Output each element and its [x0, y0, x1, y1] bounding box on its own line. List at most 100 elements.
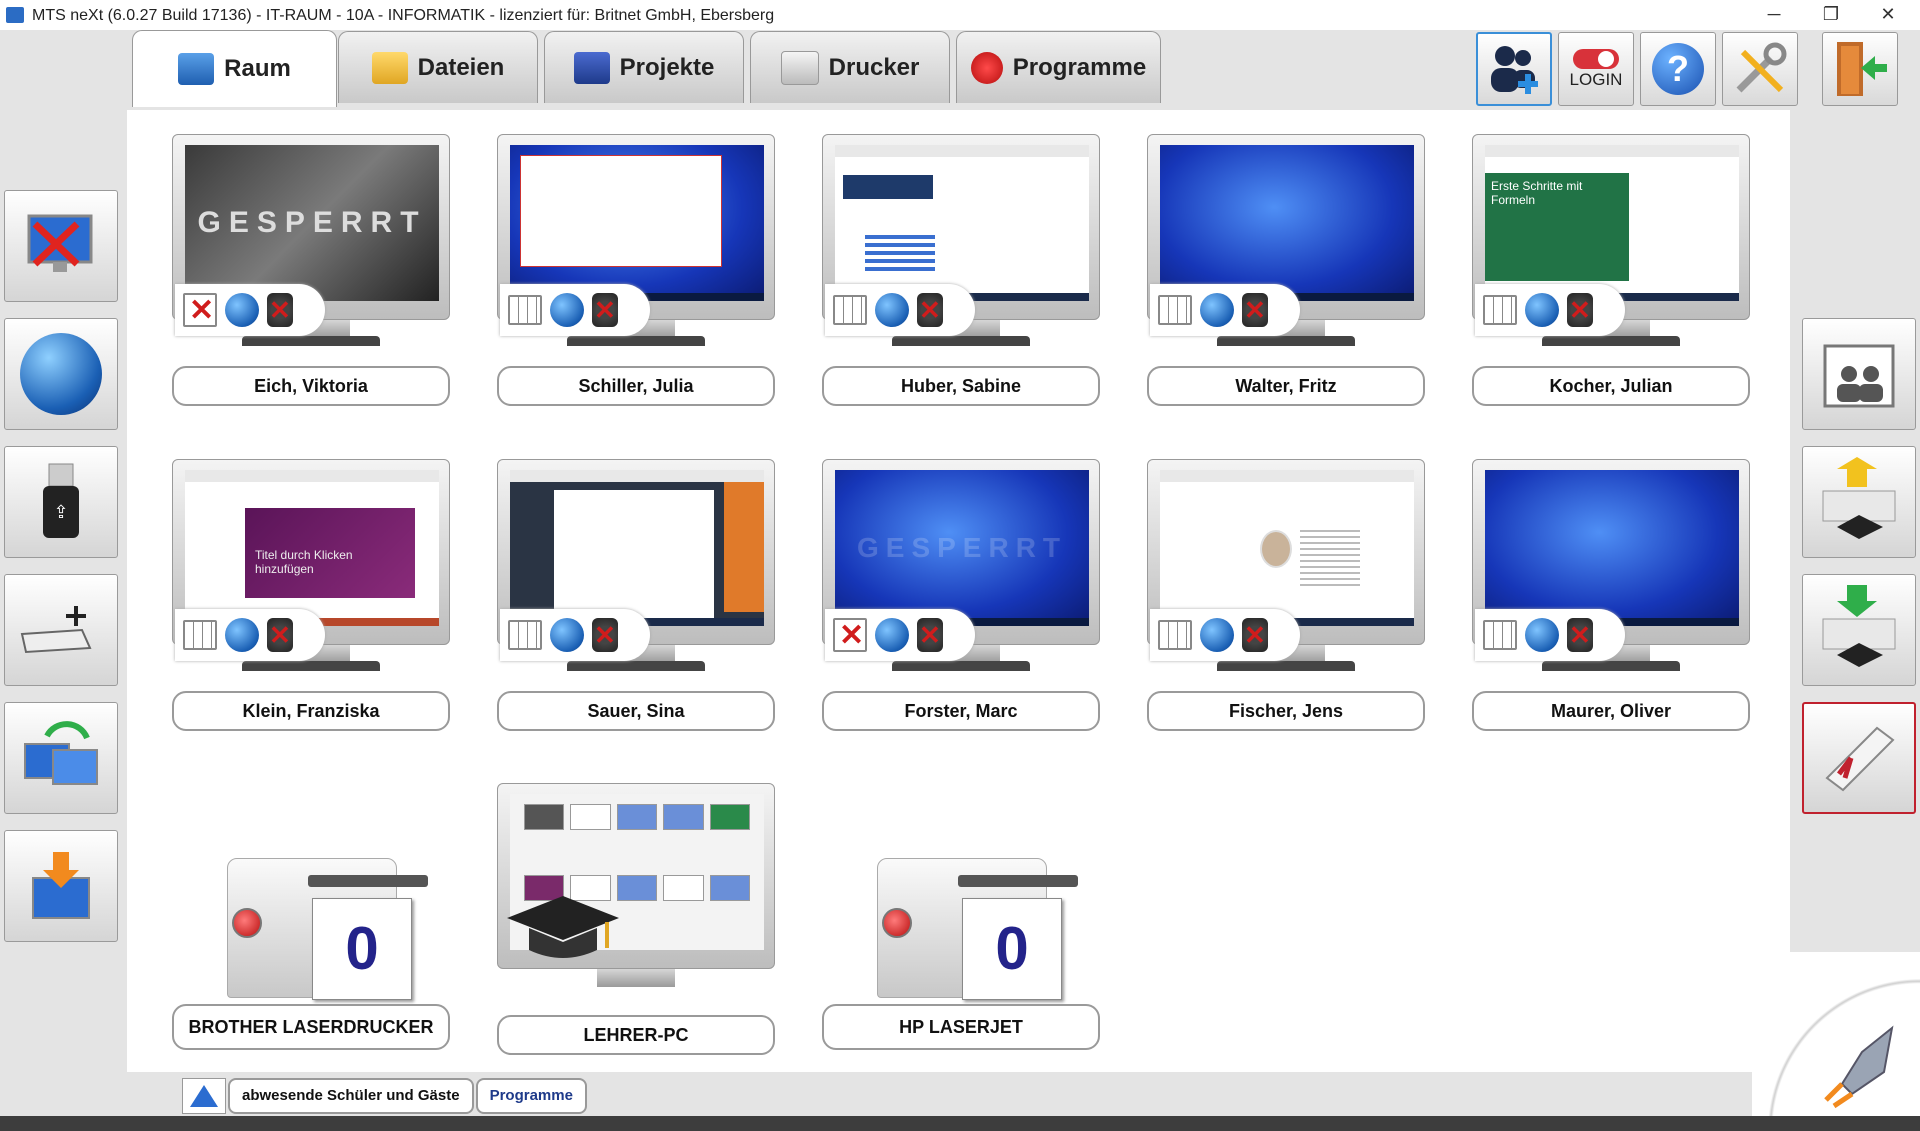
usb-blocked-icon[interactable] — [592, 293, 618, 327]
applications-icon[interactable] — [508, 295, 542, 325]
web-icon[interactable] — [1525, 293, 1559, 327]
rocket-icon — [1824, 1025, 1894, 1109]
restore-screens-button[interactable] — [4, 702, 118, 814]
student-pc[interactable]: Fischer, Jens — [1147, 459, 1427, 739]
applications-icon[interactable] — [1158, 620, 1192, 650]
certificate-button[interactable] — [1802, 702, 1916, 814]
exit-button[interactable] — [1822, 32, 1898, 106]
usb-blocked-icon[interactable] — [267, 293, 293, 327]
applications-icon[interactable] — [833, 295, 867, 325]
student-pc[interactable]: GESPERRT Forster, Marc — [822, 459, 1102, 739]
usb-blocked-icon[interactable] — [1242, 293, 1268, 327]
printer-name[interactable]: HP LASERJET — [822, 1004, 1100, 1050]
student-pc[interactable]: Maurer, Oliver — [1472, 459, 1752, 739]
screen-thumbnail[interactable]: GESPERRT — [185, 145, 439, 301]
programs-button[interactable]: Programme — [475, 1078, 587, 1114]
student-name[interactable]: Forster, Marc — [822, 691, 1100, 731]
student-name[interactable]: Maurer, Oliver — [1472, 691, 1750, 731]
applications-icon[interactable] — [183, 620, 217, 650]
distribute-files-button[interactable] — [4, 830, 118, 942]
tab-projekte[interactable]: Projekte — [544, 31, 744, 103]
applications-icon[interactable] — [1483, 295, 1517, 325]
minimize-button[interactable]: ─ — [1746, 0, 1802, 30]
screen-off-button[interactable] — [4, 190, 118, 302]
printer-tile[interactable]: 0 BROTHER LASERDRUCKER — [172, 858, 452, 1058]
tab-label: Drucker — [828, 53, 920, 81]
applications-icon[interactable] — [508, 620, 542, 650]
settings-button[interactable] — [1722, 32, 1798, 106]
tab-raum[interactable]: Raum — [132, 30, 337, 107]
screen-thumbnail[interactable] — [1160, 470, 1414, 626]
input-blocked-icon[interactable] — [183, 293, 217, 328]
locked-watermark: GESPERRT — [856, 532, 1068, 563]
web-icon[interactable] — [875, 618, 909, 652]
screen-thumbnail[interactable] — [1485, 470, 1739, 626]
usb-blocked-icon[interactable] — [917, 618, 943, 652]
group-button[interactable] — [1802, 318, 1916, 430]
student-name[interactable]: Eich, Viktoria — [172, 366, 450, 406]
printer-tile[interactable]: 0 HP LASERJET — [822, 858, 1102, 1058]
close-button[interactable]: ✕ — [1860, 0, 1916, 30]
restore-button[interactable]: ❐ — [1803, 0, 1859, 30]
student-name[interactable]: Klein, Franziska — [172, 691, 450, 731]
tab-drucker[interactable]: Drucker — [750, 31, 950, 103]
student-name[interactable]: Kocher, Julian — [1472, 366, 1750, 406]
applications-icon[interactable] — [1158, 295, 1192, 325]
teacher-pc-name[interactable]: LEHRER-PC — [497, 1015, 775, 1055]
screen-thumbnail[interactable]: Erste Schritte mit Formeln — [1485, 145, 1739, 301]
printer-name[interactable]: BROTHER LASERDRUCKER — [172, 1004, 450, 1050]
web-icon[interactable] — [875, 293, 909, 327]
launch-button[interactable] — [1752, 952, 1920, 1131]
student-name[interactable]: Sauer, Sina — [497, 691, 775, 731]
distribute-to-students-button[interactable] — [1802, 574, 1916, 686]
usb-blocked-icon[interactable] — [592, 618, 618, 652]
screen-thumbnail[interactable]: Titel durch Klicken hinzufügen — [185, 470, 439, 626]
student-pc[interactable]: Sauer, Sina — [497, 459, 777, 739]
student-pc[interactable]: Schiller, Julia — [497, 134, 777, 414]
student-pc[interactable]: Huber, Sabine — [822, 134, 1102, 414]
student-pc[interactable]: Erste Schritte mit Formeln Kocher, Julia… — [1472, 134, 1752, 414]
locked-screen: GESPERRT — [185, 145, 439, 301]
login-button[interactable]: LOGIN — [1558, 32, 1634, 106]
screen-thumbnail[interactable] — [510, 145, 764, 301]
screen-thumbnail[interactable]: GESPERRT — [835, 470, 1089, 626]
tab-programme[interactable]: Programme — [956, 31, 1161, 103]
screen-thumbnail[interactable] — [1160, 145, 1414, 301]
usb-blocked-icon[interactable] — [917, 293, 943, 327]
status-icons — [500, 609, 650, 661]
student-name[interactable]: Huber, Sabine — [822, 366, 1100, 406]
student-pc[interactable]: Titel durch Klicken hinzufügen Klein, Fr… — [172, 459, 452, 739]
app-icon — [6, 7, 24, 23]
room-icon — [178, 53, 215, 85]
add-users-button[interactable] — [1476, 32, 1552, 106]
student-name[interactable]: Fischer, Jens — [1147, 691, 1425, 731]
student-pc[interactable]: Walter, Fritz — [1147, 134, 1427, 414]
web-lock-button[interactable] — [4, 318, 118, 430]
web-icon[interactable] — [225, 618, 259, 652]
web-icon[interactable] — [1525, 618, 1559, 652]
web-icon[interactable] — [225, 293, 259, 327]
expand-panel-button[interactable] — [182, 1078, 226, 1114]
web-icon[interactable] — [550, 293, 584, 327]
input-lock-button[interactable] — [4, 574, 118, 686]
tab-dateien[interactable]: Dateien — [338, 31, 538, 103]
usb-blocked-icon[interactable] — [1567, 618, 1593, 652]
usb-blocked-icon[interactable] — [267, 618, 293, 652]
screen-thumbnail[interactable] — [510, 470, 764, 626]
screen-thumbnail[interactable] — [835, 145, 1089, 301]
usb-lock-button[interactable]: ⇪ — [4, 446, 118, 558]
student-pc[interactable]: GESPERRT Eich, Viktoria — [172, 134, 452, 414]
help-button[interactable]: ? — [1640, 32, 1716, 106]
usb-blocked-icon[interactable] — [1242, 618, 1268, 652]
teacher-pc[interactable]: LEHRER-PC — [497, 783, 777, 1063]
absent-students-button[interactable]: abwesende Schüler und Gäste — [228, 1078, 474, 1114]
applications-icon[interactable] — [1483, 620, 1517, 650]
web-icon[interactable] — [1200, 618, 1234, 652]
collect-files-button[interactable] — [1802, 446, 1916, 558]
student-name[interactable]: Walter, Fritz — [1147, 366, 1425, 406]
web-icon[interactable] — [550, 618, 584, 652]
web-icon[interactable] — [1200, 293, 1234, 327]
usb-blocked-icon[interactable] — [1567, 293, 1593, 327]
input-blocked-icon[interactable] — [833, 618, 867, 653]
student-name[interactable]: Schiller, Julia — [497, 366, 775, 406]
